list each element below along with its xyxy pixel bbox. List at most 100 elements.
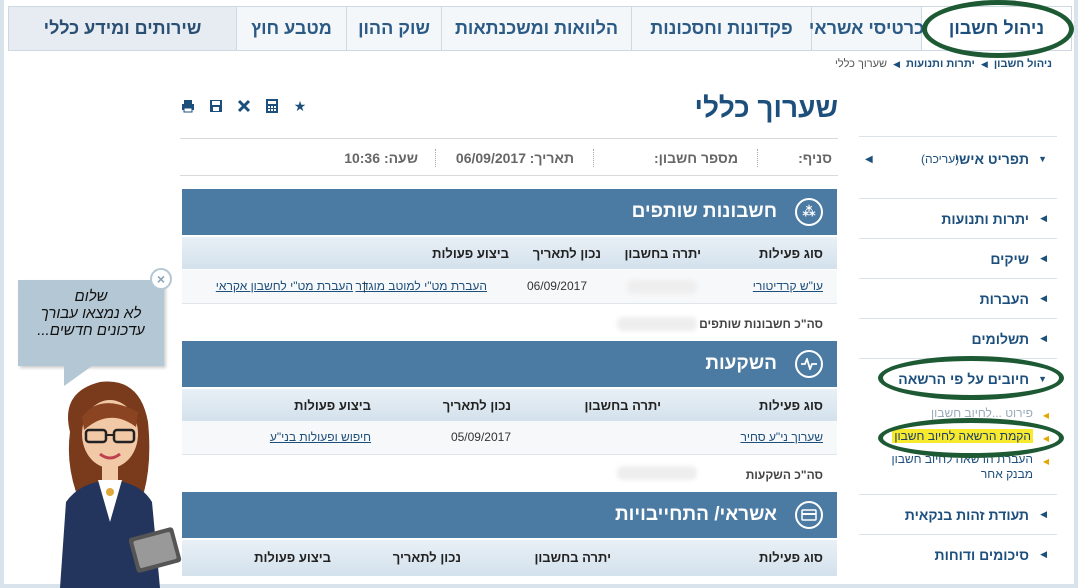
joint-accounts-header: ⁂ חשבונות שותפים bbox=[182, 189, 837, 235]
transfer-random-account-link[interactable]: העברת מט"י לחשבון אקראי bbox=[216, 279, 353, 293]
table-row: שערוך ני"ע סחיר 05/09/2017 חיפוש ופעולות… bbox=[182, 421, 837, 455]
securities-search-link[interactable]: חיפוש ופעולות בני"ע bbox=[270, 430, 371, 444]
edit-link[interactable]: (עריכה) bbox=[921, 152, 959, 166]
info-divider bbox=[435, 149, 436, 167]
breadcrumb-item-current: שערוך כללי bbox=[835, 58, 888, 70]
sidebar-item-checks[interactable]: ◀ שיקים bbox=[859, 238, 1057, 278]
date-value: 06/09/2017 bbox=[455, 150, 526, 166]
tab-account-management[interactable]: ניהול חשבון bbox=[921, 7, 1071, 50]
page-title: שערוך כללי bbox=[694, 92, 838, 123]
sidebar-item-label: שיקים bbox=[990, 250, 1029, 267]
tab-credit-cards[interactable]: כרטיסי אשראי bbox=[809, 7, 924, 50]
activity-type-link[interactable]: שערוך ני"ע סחיר bbox=[740, 430, 823, 444]
calculator-icon[interactable] bbox=[264, 98, 280, 114]
investments-total-row: סה"כ השקעות bbox=[182, 456, 837, 492]
sidebar-subitems: ◀ פירוט ...לחיוב חשבון ◀ הקמת הרשאה לחיו… bbox=[859, 398, 1057, 494]
chevron-down-icon: ▼ bbox=[1038, 154, 1047, 164]
chevron-left-icon: ◀ bbox=[1040, 549, 1047, 559]
breadcrumb: ניהול חשבון ◀ יתרות ותנועות ◀ שערוך כללי bbox=[835, 58, 1052, 70]
tab-capital-market[interactable]: שוק ההון bbox=[346, 7, 441, 50]
subitem-label: הקמת הרשאה לחיוב חשבון bbox=[892, 429, 1033, 443]
row-date: 05/09/2017 bbox=[450, 430, 511, 444]
breadcrumb-item-account[interactable]: ניהול חשבון bbox=[994, 58, 1052, 70]
col-activity-type: סוג פעילות bbox=[759, 398, 823, 413]
bullet-icon: ◀ bbox=[1042, 457, 1049, 466]
sidebar-item-payments[interactable]: ◀ תשלומים bbox=[859, 318, 1057, 358]
top-navigation: ניהול חשבון כרטיסי אשראי פקדונות וחסכונו… bbox=[8, 6, 1072, 51]
joint-column-headers: סוג פעילות יתרה בחשבון נכון לתאריך ביצוע… bbox=[182, 237, 837, 269]
tab-foreign-currency[interactable]: מטבע חוץ bbox=[236, 7, 346, 50]
breadcrumb-separator-icon: ◀ bbox=[980, 58, 988, 69]
sidebar-item-direct-debits[interactable]: ▼ חיובים על פי הרשאה bbox=[859, 358, 1057, 398]
account-number-label: מספר חשבון: bbox=[653, 150, 738, 166]
tab-deposits-savings[interactable]: פקדונות וחסכונות bbox=[631, 7, 811, 50]
subitem-create-authorization[interactable]: ◀ הקמת הרשאה לחיוב חשבון bbox=[859, 425, 1057, 448]
assistant-avatar bbox=[60, 381, 182, 588]
col-activity-type: סוג פעילות bbox=[759, 550, 823, 565]
branch-label: סניף: bbox=[798, 150, 832, 166]
sidebar-item-label: העברות bbox=[979, 290, 1029, 307]
masked-total bbox=[617, 466, 697, 480]
col-activity-type: סוג פעילות bbox=[759, 246, 823, 261]
joint-total-label: סה"כ חשבונות שותפים bbox=[699, 317, 823, 331]
chevron-left-icon: ◀ bbox=[1040, 213, 1047, 223]
chevron-left-icon: ◀ bbox=[1040, 509, 1047, 519]
excel-icon[interactable] bbox=[236, 98, 252, 114]
col-as-of-date: נכון לתאריך bbox=[442, 398, 511, 413]
sidebar: ▼ תפריט אישי (עריכה) ◀ ◀ יתרות ותנועות ◀… bbox=[859, 136, 1057, 574]
col-as-of-date: נכון לתאריך bbox=[392, 550, 461, 565]
chevron-left-icon: ◀ bbox=[1040, 293, 1047, 303]
tab-services-info[interactable]: שירותים ומידע כללי bbox=[9, 7, 236, 50]
row-date: 06/09/2017 bbox=[526, 279, 587, 293]
panel-title: השקעות bbox=[705, 353, 777, 374]
credit-header: אשראי/ התחייבויות bbox=[182, 492, 837, 538]
subitem-transfer-authorization[interactable]: ◀ העברת הרשאה לחיוב חשבון מבנק אחר bbox=[859, 448, 1057, 486]
chevron-down-icon: ▼ bbox=[1038, 373, 1047, 384]
masked-balance bbox=[627, 280, 697, 294]
transfer-defined-payee-link[interactable]: העברת מט"י למוטב מוגדר bbox=[355, 279, 487, 293]
save-icon[interactable] bbox=[208, 98, 224, 114]
sidebar-item-personal-menu[interactable]: ▼ תפריט אישי (עריכה) ◀ bbox=[859, 136, 1057, 181]
investments-header: השקעות bbox=[182, 341, 837, 387]
subitem-debit-details[interactable]: ◀ פירוט ...לחיוב חשבון bbox=[859, 402, 1057, 425]
panel-title: חשבונות שותפים bbox=[631, 201, 777, 222]
sidebar-item-label: יתרות ותנועות bbox=[941, 210, 1029, 227]
activity-type-link[interactable]: עו"ש קרדיטורי bbox=[753, 279, 823, 293]
time-value: 10:36 bbox=[344, 150, 380, 166]
print-icon[interactable] bbox=[180, 98, 196, 114]
sidebar-item-reports[interactable]: ◀ סיכומים ודוחות bbox=[859, 534, 1057, 574]
col-actions: ביצוע פעולות bbox=[432, 246, 509, 261]
bullet-icon: ◀ bbox=[1042, 434, 1049, 443]
tab-loans-mortgages[interactable]: הלוואות ומשכנתאות bbox=[441, 7, 631, 50]
pulse-icon bbox=[795, 350, 823, 378]
breadcrumb-item-balances[interactable]: יתרות ותנועות bbox=[906, 58, 975, 70]
assistant-message-line: לא נמצאו עבורך bbox=[40, 305, 142, 322]
sidebar-item-bank-id[interactable]: ◀ תעודת זהות בנקאית bbox=[859, 494, 1057, 534]
panel-title: אשראי/ התחייבויות bbox=[615, 504, 777, 525]
close-icon[interactable]: × bbox=[150, 268, 172, 290]
joint-total-row: סה"כ חשבונות שותפים bbox=[182, 305, 837, 341]
time-label: שעה: bbox=[383, 150, 418, 166]
credit-card-icon bbox=[795, 501, 823, 529]
chevron-left-icon: ◀ bbox=[1040, 333, 1047, 343]
col-as-of-date: נכון לתאריך bbox=[532, 246, 601, 261]
investments-total-label: סה"כ השקעות bbox=[745, 468, 823, 482]
sidebar-item-balances[interactable]: ◀ יתרות ותנועות bbox=[859, 198, 1057, 238]
sidebar-item-label: תעודת זהות בנקאית bbox=[904, 506, 1029, 523]
col-balance: יתרה בחשבון bbox=[624, 246, 701, 261]
assistant-message-line: עדכונים חדשים... bbox=[37, 322, 145, 339]
sidebar-item-transfers[interactable]: ◀ העברות bbox=[859, 278, 1057, 318]
date-label: תאריך: bbox=[529, 150, 574, 166]
chevron-left-icon[interactable]: ◀ bbox=[865, 154, 873, 165]
toolbar: ★ bbox=[180, 98, 308, 114]
subitem-label: העברת הרשאה לחיוב חשבון מבנק אחר bbox=[891, 452, 1033, 481]
star-icon[interactable]: ★ bbox=[292, 98, 308, 114]
sidebar-item-label: חיובים על פי הרשאה bbox=[898, 370, 1029, 387]
masked-total bbox=[617, 317, 697, 331]
bullet-icon: ◀ bbox=[1042, 411, 1049, 420]
assistant-speech-bubble: שלום לא נמצאו עבורך עדכונים חדשים... bbox=[18, 280, 164, 386]
col-balance: יתרה בחשבון bbox=[584, 398, 661, 413]
action-separator: | bbox=[362, 279, 366, 293]
sidebar-item-label: תשלומים bbox=[971, 330, 1029, 347]
breadcrumb-separator-icon: ◀ bbox=[893, 58, 900, 69]
